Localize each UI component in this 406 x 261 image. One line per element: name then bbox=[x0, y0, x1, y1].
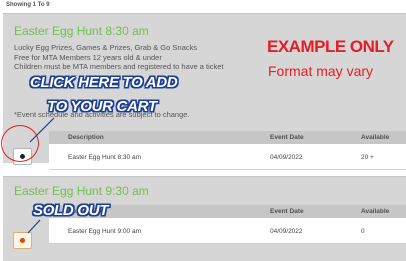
event-description-line: Lucky Egg Prizes, Games & Prizes, Grab &… bbox=[14, 43, 197, 52]
callout-to-your-cart: TO YOUR CART bbox=[47, 98, 157, 115]
row-description: Easter Egg Hunt 9:00 am bbox=[68, 228, 141, 235]
row-event-date: 04/09/2022 bbox=[270, 228, 303, 235]
format-may-vary-label: Format may vary bbox=[268, 63, 374, 79]
column-header-available: Available bbox=[361, 134, 390, 141]
event-description-line: Children must be MTA members and registe… bbox=[14, 62, 224, 71]
results-count: Showing 1 To 9 bbox=[6, 2, 50, 8]
example-only-label: EXAMPLE ONLY bbox=[267, 37, 394, 56]
callout-sold-out: SOLD OUT bbox=[33, 202, 109, 219]
row-description: Easter Egg Hunt 8:30 am bbox=[68, 154, 141, 161]
column-header-event-date: Event Date bbox=[270, 134, 304, 141]
event-description-line: Free for MTA Members 12 years old & unde… bbox=[14, 52, 162, 62]
column-header-description: Description bbox=[68, 134, 104, 141]
highlight-circle bbox=[1, 125, 39, 162]
column-header-event-date: Event Date bbox=[270, 208, 304, 215]
table-row: Easter Egg Hunt 9:00 am 04/09/2022 0 bbox=[49, 218, 406, 244]
sold-out-icon bbox=[20, 238, 25, 243]
table-row: Easter Egg Hunt 8:30 am 04/09/2022 20 + bbox=[49, 144, 406, 170]
table-header: Description Event Date Available bbox=[49, 131, 406, 144]
row-event-date: 04/09/2022 bbox=[270, 154, 303, 161]
callout-click-here: CLICK HERE TO ADD bbox=[30, 74, 178, 91]
event-title[interactable]: Easter Egg Hunt 9:30 am bbox=[14, 184, 149, 198]
row-available: 20 + bbox=[361, 154, 374, 161]
row-available: 0 bbox=[361, 228, 365, 235]
sold-out-cart-button[interactable] bbox=[13, 232, 32, 249]
column-header-available: Available bbox=[361, 208, 390, 215]
ticket-table: Description Event Date Available Easter … bbox=[49, 131, 406, 170]
event-title[interactable]: Easter Egg Hunt 8:30 am bbox=[14, 24, 149, 38]
